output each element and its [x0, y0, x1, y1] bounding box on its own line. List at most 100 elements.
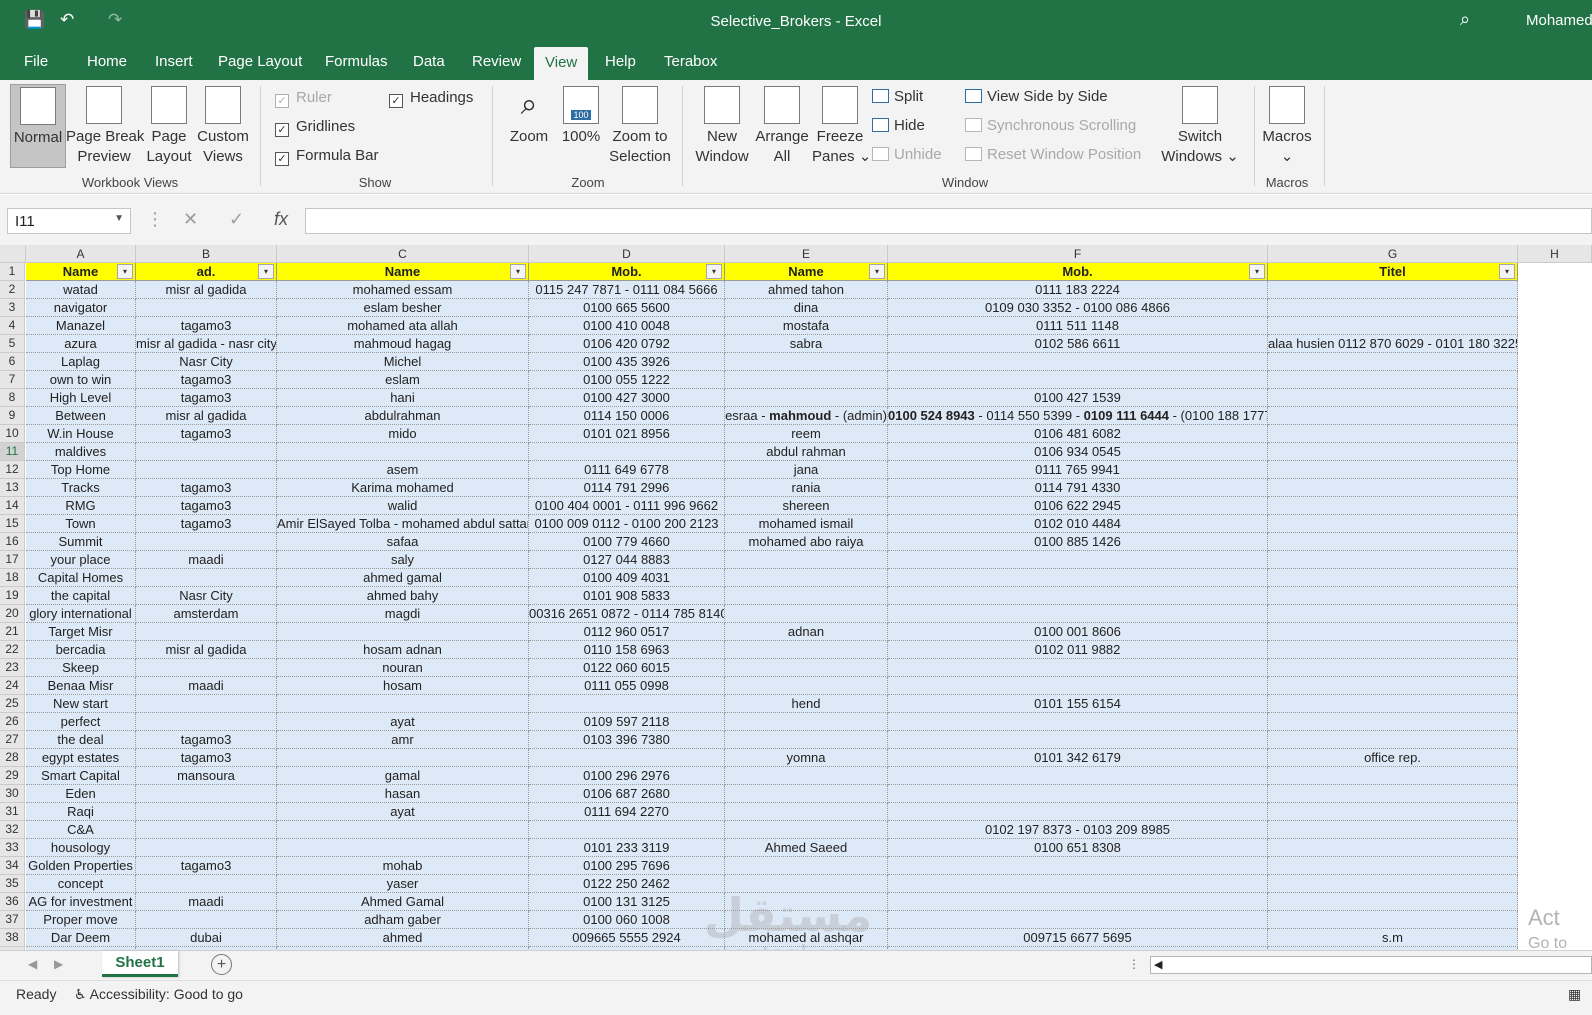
table-cell[interactable]: 0100 295 7696	[529, 857, 725, 875]
row-header[interactable]: 28	[0, 749, 25, 767]
table-cell[interactable]: maadi	[136, 893, 277, 911]
table-cell[interactable]: yomna	[725, 749, 888, 767]
table-cell[interactable]	[136, 785, 277, 803]
table-cell[interactable]: 0106 687 2680	[529, 785, 725, 803]
table-cell[interactable]	[277, 695, 529, 713]
table-cell[interactable]	[136, 713, 277, 731]
row-header[interactable]: 19	[0, 587, 25, 605]
table-cell[interactable]: 0111 183 2224	[888, 281, 1268, 299]
table-cell[interactable]: tagamo3	[136, 389, 277, 407]
gridlines-checkbox[interactable]: ✓ Gridlines	[275, 118, 355, 137]
table-cell[interactable]: gamal	[277, 767, 529, 785]
table-cell[interactable]: mohamed ata allah	[277, 317, 529, 335]
table-cell[interactable]	[1268, 731, 1518, 749]
table-cell[interactable]	[136, 299, 277, 317]
table-cell[interactable]	[888, 731, 1268, 749]
table-cell[interactable]	[888, 605, 1268, 623]
table-cell[interactable]	[888, 767, 1268, 785]
column-filter-header[interactable]: Mob. ▾	[529, 263, 725, 281]
table-cell[interactable]	[1268, 821, 1518, 839]
table-cell[interactable]: 0115 247 7871 - 0111 084 5666	[529, 281, 725, 299]
filter-dropdown-icon[interactable]: ▾	[1249, 264, 1265, 279]
table-cell[interactable]: hosam adnan	[277, 641, 529, 659]
table-cell[interactable]: alaa husien 0112 870 6029 - 0101 180 322…	[1268, 335, 1518, 353]
row-header[interactable]: 25	[0, 695, 25, 713]
column-filter-header[interactable]: Titel ▾	[1268, 263, 1518, 281]
row-header[interactable]: 26	[0, 713, 25, 731]
row-header[interactable]: 14	[0, 497, 25, 515]
tab-file[interactable]: File	[24, 53, 48, 70]
table-cell[interactable]	[136, 875, 277, 893]
table-cell[interactable]	[1268, 803, 1518, 821]
table-cell[interactable]	[136, 443, 277, 461]
table-cell[interactable]: misr al gadida - nasr city	[136, 335, 277, 353]
filter-dropdown-icon[interactable]: ▾	[1499, 264, 1515, 279]
table-cell[interactable]: 009715 6677 5695	[888, 929, 1268, 947]
macros-button[interactable]: Macros ⌄	[1258, 86, 1316, 167]
table-cell[interactable]	[136, 623, 277, 641]
table-cell[interactable]: 0100 404 0001 - 0111 996 9662	[529, 497, 725, 515]
table-cell[interactable]	[136, 533, 277, 551]
table-cell[interactable]	[725, 371, 888, 389]
table-cell[interactable]: hani	[277, 389, 529, 407]
tab-insert[interactable]: Insert	[155, 53, 193, 70]
row-header[interactable]: 23	[0, 659, 25, 677]
table-cell[interactable]: eslam besher	[277, 299, 529, 317]
page-layout-view-button[interactable]: Page Layout	[144, 86, 194, 167]
table-cell[interactable]: mostafa	[725, 317, 888, 335]
row-header[interactable]: 7	[0, 371, 25, 389]
table-cell[interactable]: mido	[277, 425, 529, 443]
table-cell[interactable]: office rep.	[1268, 749, 1518, 767]
row-header[interactable]: 32	[0, 821, 25, 839]
table-cell[interactable]: AG for investment	[26, 893, 136, 911]
table-cell[interactable]: hosam	[277, 677, 529, 695]
table-cell[interactable]	[888, 785, 1268, 803]
table-cell[interactable]: 0109 597 2118	[529, 713, 725, 731]
row-header[interactable]: 34	[0, 857, 25, 875]
table-cell[interactable]: 0111 649 6778	[529, 461, 725, 479]
table-cell[interactable]: 0100 409 4031	[529, 569, 725, 587]
row-header[interactable]: 20	[0, 605, 25, 623]
row-header[interactable]: 6	[0, 353, 25, 371]
table-cell[interactable]	[1268, 407, 1518, 425]
table-cell[interactable]	[888, 659, 1268, 677]
table-cell[interactable]: 0100 060 1008	[529, 911, 725, 929]
row-header[interactable]: 21	[0, 623, 25, 641]
row-header[interactable]: 22	[0, 641, 25, 659]
row-header[interactable]: 29	[0, 767, 25, 785]
table-cell[interactable]: 0114 791 2996	[529, 479, 725, 497]
table-cell[interactable]: 0102 197 8373 - 0103 209 8985	[888, 821, 1268, 839]
table-cell[interactable]: 0102 011 9882	[888, 641, 1268, 659]
table-cell[interactable]: watad	[26, 281, 136, 299]
table-cell[interactable]: walid	[277, 497, 529, 515]
table-cell[interactable]: mohamed ismail	[725, 515, 888, 533]
search-icon[interactable]: ⌕	[1460, 9, 1470, 30]
column-header-d[interactable]: D	[529, 245, 725, 263]
table-cell[interactable]: misr al gadida	[136, 641, 277, 659]
table-cell[interactable]: amr	[277, 731, 529, 749]
table-cell[interactable]: Summit	[26, 533, 136, 551]
tab-data[interactable]: Data	[413, 53, 445, 70]
filter-dropdown-icon[interactable]: ▾	[258, 264, 274, 279]
table-cell[interactable]: 0111 055 0998	[529, 677, 725, 695]
row-header[interactable]: 33	[0, 839, 25, 857]
table-cell[interactable]: W.in House	[26, 425, 136, 443]
switch-windows-button[interactable]: Switch Windows ⌄	[1160, 86, 1240, 167]
column-header-g[interactable]: G	[1268, 245, 1518, 263]
row-header[interactable]: 38	[0, 929, 25, 947]
table-cell[interactable]	[725, 569, 888, 587]
table-cell[interactable]	[277, 839, 529, 857]
table-cell[interactable]: 009665 5555 2924	[529, 929, 725, 947]
table-cell[interactable]: 0111 765 9941	[888, 461, 1268, 479]
table-cell[interactable]: mansoura	[136, 767, 277, 785]
table-cell[interactable]: shereen	[725, 497, 888, 515]
filter-dropdown-icon[interactable]: ▾	[706, 264, 722, 279]
table-cell[interactable]: RMG	[26, 497, 136, 515]
table-cell[interactable]: Ahmed Saeed	[725, 839, 888, 857]
table-cell[interactable]: housology	[26, 839, 136, 857]
table-cell[interactable]	[529, 443, 725, 461]
table-cell[interactable]	[888, 353, 1268, 371]
filter-dropdown-icon[interactable]: ▾	[510, 264, 526, 279]
table-cell[interactable]	[529, 695, 725, 713]
table-cell[interactable]	[1268, 605, 1518, 623]
